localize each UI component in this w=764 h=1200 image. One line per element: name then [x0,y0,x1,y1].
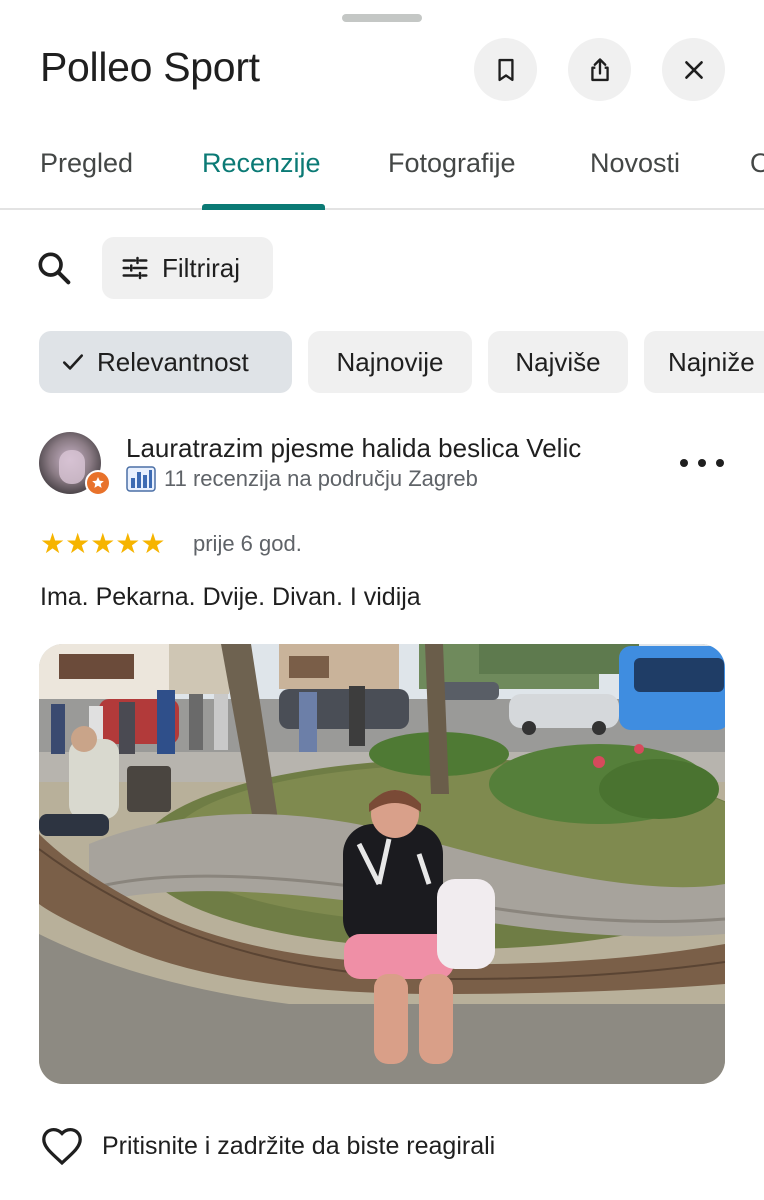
react-button[interactable]: Pritisnite i zadržite da biste reagirali [40,1126,495,1166]
active-tab-indicator [202,204,325,210]
search-icon[interactable] [34,248,74,288]
filter-button[interactable]: Filtriraj [102,237,273,299]
local-guide-icon [126,466,156,492]
check-icon [62,354,84,370]
star-rating: ★★★★★ [40,530,166,558]
sort-chip-relevance[interactable]: Relevantnost [39,331,292,393]
tab-overview[interactable]: Pregled [40,148,133,179]
sort-chip-label: Najviše [515,346,601,377]
review-date: prije 6 god. [193,531,302,556]
sheet-drag-handle[interactable] [342,14,422,22]
tab-about[interactable]: O [750,148,764,179]
close-button[interactable] [662,38,725,101]
place-tabs: Pregled Recenzije Fotografije Novosti O [0,130,764,210]
place-sheet: Polleo Sport Pregled Recenzije Fotografi… [0,0,764,1200]
tab-reviews[interactable]: Recenzije [202,148,321,179]
share-button[interactable] [568,38,631,101]
review-photo[interactable] [39,644,725,1084]
close-icon [684,60,703,79]
sort-chip-lowest[interactable]: Najniže [644,331,764,393]
sort-chip-label: Najnovije [336,346,444,377]
react-label: Pritisnite i zadržite da biste reagirali [102,1131,496,1160]
reviewer-review-count: 11 recenzija na području Zagreb [164,466,478,491]
bookmark-icon [497,58,514,81]
share-icon [590,57,609,81]
place-title: Polleo Sport [40,44,260,90]
tune-icon [122,256,148,280]
tab-photos[interactable]: Fotografije [388,148,516,179]
sort-chip-highest[interactable]: Najviše [488,331,628,393]
place-header: Polleo Sport [0,30,764,110]
dot-icon [698,459,706,467]
rating-stars: ★★★★★ [40,528,166,559]
local-guide-badge [85,470,111,496]
dot-icon [716,459,724,467]
heart-icon [42,1127,82,1166]
review-text: Ima. Pekarna. Dvije. Divan. I vidija [40,583,421,611]
review-photo-image [39,644,725,1084]
sort-chip-newest[interactable]: Najnovije [308,331,472,393]
tab-updates[interactable]: Novosti [590,148,680,179]
filter-label: Filtriraj [162,252,240,283]
sort-chip-label: Najniže [668,346,755,377]
sort-chip-label: Relevantnost [97,346,249,377]
dot-icon [680,459,688,467]
more-options-button[interactable] [680,448,724,478]
save-button[interactable] [474,38,537,101]
star-badge-icon [92,477,104,488]
reviewer-name[interactable]: Lauratrazim pjesme halida beslica Velic [126,433,581,464]
reviewer-meta: 11 recenzija na području Zagreb [126,466,478,492]
